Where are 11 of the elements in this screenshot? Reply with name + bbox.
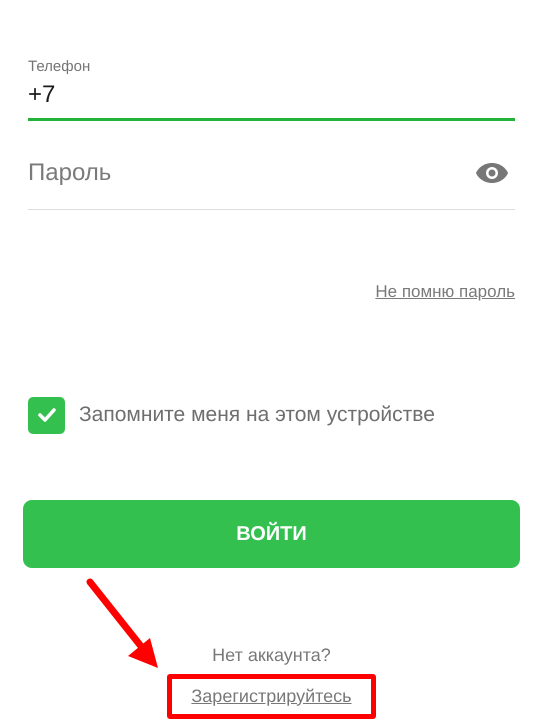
- signup-link[interactable]: Зарегистрируйтесь: [191, 686, 352, 706]
- phone-input[interactable]: +7: [28, 77, 515, 121]
- remember-checkbox[interactable]: [28, 396, 65, 434]
- login-button[interactable]: ВОЙТИ: [23, 500, 520, 568]
- password-input[interactable]: Пароль: [28, 155, 475, 197]
- remember-label: Запомните меня на этом устройстве: [79, 402, 435, 428]
- signup-prompt: Нет аккаунта?: [212, 644, 331, 667]
- check-icon: [38, 408, 56, 422]
- eye-icon[interactable]: [475, 162, 509, 184]
- forgot-password-link[interactable]: Не помню пароль: [375, 279, 515, 304]
- field-label: Телефон: [28, 57, 92, 77]
